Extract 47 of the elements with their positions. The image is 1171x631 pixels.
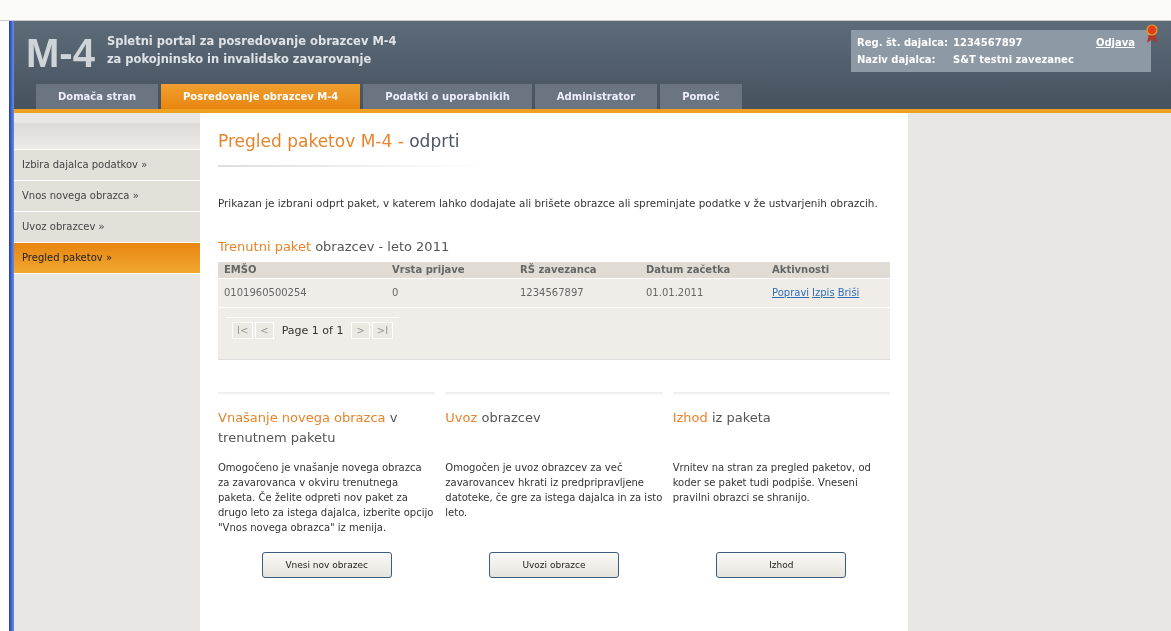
intro-text: Prikazan je izbrani odprt paket, v katerem lahko dodajate ali brišete obrazce ali spreminjate podatke v že ustvarjenih obrazcih.	[218, 197, 879, 209]
ribbon-icon	[1145, 24, 1159, 44]
nav-tab[interactable]: Domača stran	[36, 84, 159, 109]
sidebar-item[interactable]: Pregled paketov »	[14, 243, 200, 274]
panel-title: Izhod iz paketa	[672, 409, 772, 427]
section-title: Trenutni paket obrazcev - leto 2011	[218, 239, 451, 254]
first-page-button[interactable]: I<	[232, 322, 254, 339]
panel-title: Vnašanje novega obrazca v trenutnem paketu	[218, 409, 399, 447]
previous-page-button[interactable]: <	[255, 322, 274, 339]
panel-text: Omogočeno je vnašanje novega obrazca za zavarovanca v okviru trenutnega paketa. Če želite odpreti nov paket za drugo leto za istega dajalca, izberite opcijo "Vnos novega obrazca" iz menija.	[218, 461, 435, 535]
panel-text: Omogočen je uvoz obrazcev za več zavarovancev hkrati iz predpripravljene datoteke, če gre za istega dajalca in za isto leto.	[445, 461, 663, 520]
table-cell-text: 01.01.2011	[646, 286, 705, 300]
last-page-button[interactable]: >I	[371, 322, 394, 339]
portal-title: za pokojninsko in invalidsko zavarovanje	[106, 51, 373, 68]
nav-tab[interactable]: Administrator	[534, 84, 658, 109]
name-label: Naziv dajalca:	[857, 53, 937, 67]
action-button[interactable]: Uvozi obrazce	[489, 552, 619, 578]
sidebar-item[interactable]: Uvoz obrazcev »	[14, 212, 200, 243]
table-cell-text: 1234567897	[520, 286, 585, 300]
nav-tab[interactable]: Podatki o uporabnikih	[363, 84, 532, 109]
action-link[interactable]: Popravi	[772, 279, 810, 307]
column-header: Vrsta prijave	[392, 263, 466, 277]
nav-tab[interactable]: Posredovanje obrazcev M-4	[161, 84, 361, 109]
table-cell-text: 0101960500254	[224, 286, 308, 300]
action-link[interactable]: Izpis	[812, 279, 835, 307]
panel-title: Uvoz obrazcev	[445, 409, 542, 427]
portal-title: Spletni portal za posredovanje obrazcev M-4	[106, 33, 397, 50]
action-link[interactable]: Briši	[837, 279, 860, 307]
panel-text: Vrnitev na stran za pregled paketov, od koder se paket tudi podpiše. Vneseni pravilni obrazci se shranijo.	[672, 461, 872, 505]
reg-label: Reg. št. dajalca:	[857, 36, 950, 50]
action-button[interactable]: Izhod	[716, 552, 847, 578]
reg-value: 1234567897	[953, 36, 1023, 50]
column-header: RŠ zavezanca	[520, 262, 598, 277]
sidebar-item[interactable]: Vnos novega obrazca »	[14, 181, 200, 212]
nav-tab[interactable]: Pomoč	[660, 84, 742, 109]
table-cell-text: 0	[392, 286, 400, 300]
sidebar-item[interactable]: Izbira dajalca podatkov »	[14, 150, 200, 181]
logo: M-4	[26, 31, 95, 76]
logout-link[interactable]: Odjava	[1095, 34, 1135, 51]
page-indicator: Page 1 of 1	[280, 324, 345, 337]
name-value: S&T testni zavezanec	[953, 53, 1074, 67]
next-page-button[interactable]: >	[351, 322, 370, 339]
column-header: Aktivnosti	[772, 263, 831, 277]
action-button[interactable]: Vnesi nov obrazec	[261, 552, 392, 578]
column-header: EMŠO	[224, 262, 258, 277]
page-title: Pregled paketov M-4 - odprti	[218, 131, 461, 151]
column-header: Datum začetka	[646, 263, 732, 277]
